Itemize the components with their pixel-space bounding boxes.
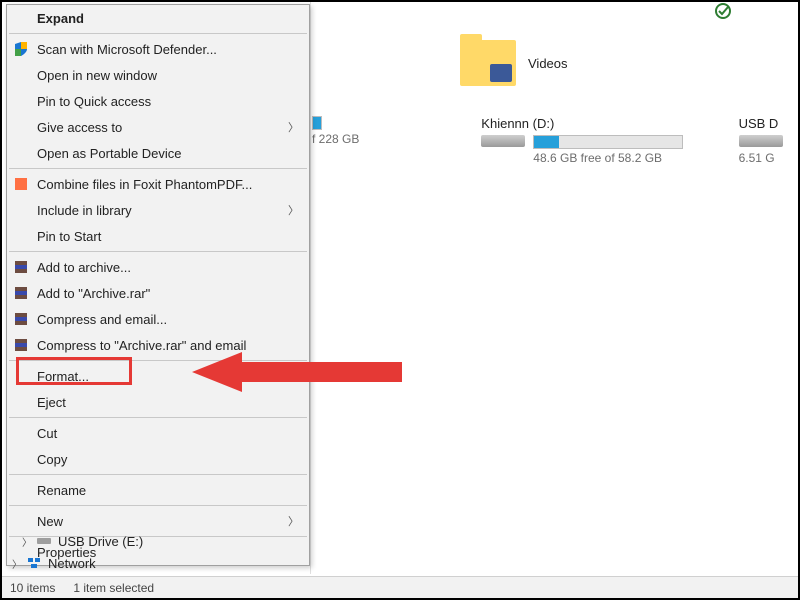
folder-icon <box>460 40 516 86</box>
main-content: Videos f 228 GB Khiennn (D:) 48.6 GB fre… <box>312 2 798 574</box>
menu-expand[interactable]: Expand <box>7 5 309 31</box>
chevron-right-icon: 〉 <box>288 513 299 529</box>
drives-row: f 228 GB Khiennn (D:) 48.6 GB free of 58… <box>312 110 798 171</box>
folder-item-videos[interactable]: Videos <box>450 36 578 90</box>
menu-separator <box>9 33 307 34</box>
chevron-right-icon: 〉 <box>12 556 20 571</box>
status-items: 10 items <box>10 581 55 595</box>
menu-rename[interactable]: Rename <box>7 477 309 503</box>
sidebar-label: Network <box>48 556 96 571</box>
menu-separator <box>9 474 307 475</box>
rar-icon <box>13 285 29 301</box>
menu-open-new-window[interactable]: Open in new window <box>7 62 309 88</box>
menu-copy[interactable]: Copy <box>7 446 309 472</box>
drive-d[interactable]: Khiennn (D:) 48.6 GB free of 58.2 GB <box>471 110 718 171</box>
drive-d-free: 48.6 GB free of 58.2 GB <box>533 151 683 165</box>
chevron-right-icon: 〉 <box>288 119 299 135</box>
menu-pin-start[interactable]: Pin to Start <box>7 223 309 249</box>
menu-add-archive[interactable]: Add to archive... <box>7 254 309 280</box>
menu-combine-foxit[interactable]: Combine files in Foxit PhantomPDF... <box>7 171 309 197</box>
menu-add-archive-rar[interactable]: Add to "Archive.rar" <box>7 280 309 306</box>
drive-usb-name: USB D <box>739 116 788 131</box>
drive-disk-icon <box>739 135 783 147</box>
drive-c-partial[interactable]: f 228 GB <box>312 110 381 171</box>
drive-d-name: Khiennn (D:) <box>481 116 708 131</box>
menu-separator <box>9 505 307 506</box>
shield-icon <box>13 41 29 57</box>
annotation-arrow <box>192 352 402 392</box>
menu-eject[interactable]: Eject <box>7 389 309 415</box>
chevron-right-icon: 〉 <box>288 202 299 218</box>
rar-icon <box>13 259 29 275</box>
status-bar: 10 items 1 item selected <box>2 576 798 598</box>
sidebar-item-usb-drive[interactable]: 〉 USB Drive (E:) <box>8 530 143 552</box>
pane-divider <box>310 2 311 574</box>
menu-scan-defender[interactable]: Scan with Microsoft Defender... <box>7 36 309 62</box>
usb-drive-icon <box>36 534 52 548</box>
menu-include-library[interactable]: Include in library〉 <box>7 197 309 223</box>
drive-c-free: f 228 GB <box>312 132 371 146</box>
drive-disk-icon <box>481 135 525 147</box>
drive-usb-free: 6.51 G <box>739 151 788 165</box>
menu-open-portable[interactable]: Open as Portable Device <box>7 140 309 166</box>
rar-icon <box>13 337 29 353</box>
menu-give-access-to[interactable]: Give access to〉 <box>7 114 309 140</box>
menu-separator <box>9 417 307 418</box>
folder-label: Videos <box>528 56 568 71</box>
menu-cut[interactable]: Cut <box>7 420 309 446</box>
drive-usb-partial[interactable]: USB D 6.51 G <box>729 110 798 171</box>
sidebar-item-network[interactable]: 〉 Network <box>8 552 143 574</box>
status-selected: 1 item selected <box>73 581 154 595</box>
menu-pin-quick-access[interactable]: Pin to Quick access <box>7 88 309 114</box>
context-menu: Expand Scan with Microsoft Defender... O… <box>6 4 310 566</box>
menu-separator <box>9 251 307 252</box>
menu-compress-email[interactable]: Compress and email... <box>7 306 309 332</box>
sidebar-remnant: 〉 USB Drive (E:) 〉 Network <box>8 530 143 574</box>
sidebar-label: USB Drive (E:) <box>58 534 143 549</box>
network-icon <box>26 556 42 570</box>
menu-separator <box>9 168 307 169</box>
chevron-right-icon: 〉 <box>22 534 30 549</box>
pdf-icon <box>13 176 29 192</box>
rar-icon <box>13 311 29 327</box>
check-badge-icon <box>714 2 738 20</box>
